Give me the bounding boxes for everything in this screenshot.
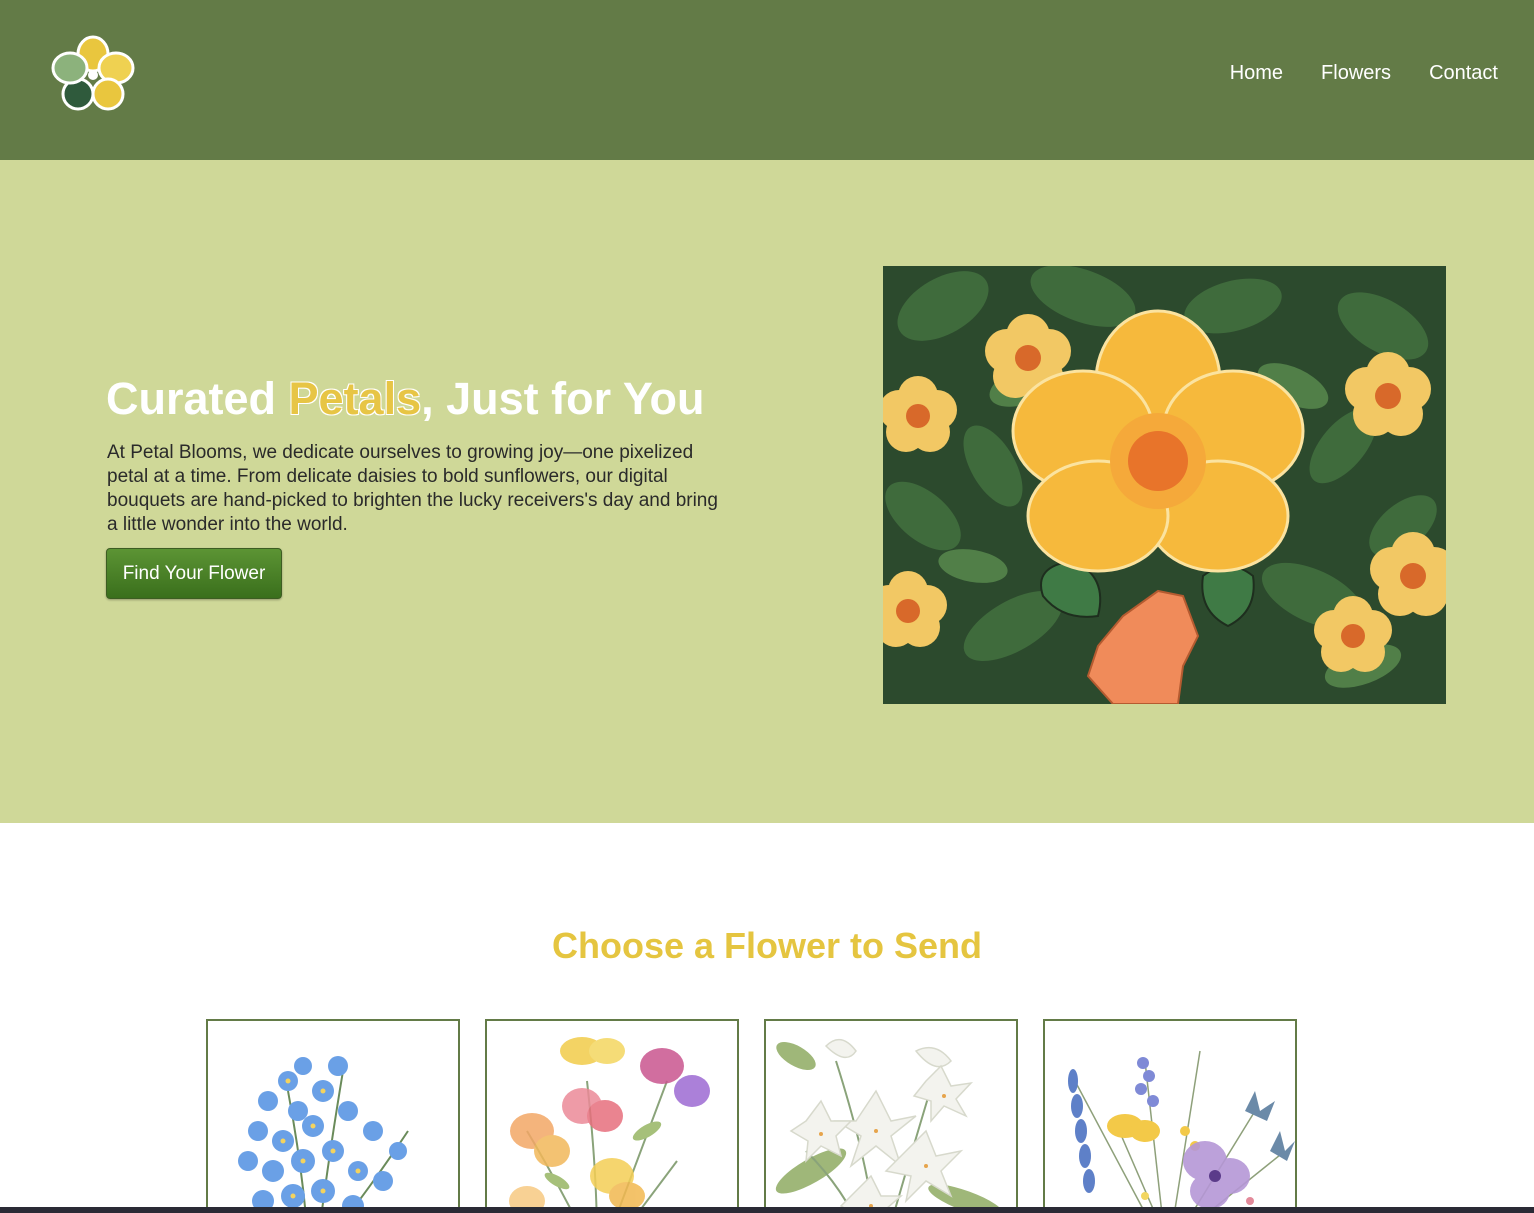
flower-logo-icon[interactable]	[50, 34, 136, 112]
flower-card-list	[206, 1019, 1297, 1213]
forget-me-not-icon	[238, 1056, 409, 1213]
hero-flower-image	[883, 266, 1446, 704]
white-lilies-icon	[775, 1038, 1004, 1213]
main-nav: Home Flowers Contact	[1230, 61, 1498, 85]
flower-card-forget-me-not[interactable]	[206, 1019, 460, 1213]
site-header: Home Flowers Contact	[0, 0, 1534, 160]
flower-card-pansies[interactable]	[485, 1019, 739, 1213]
hero-title-start: Curated	[106, 373, 289, 424]
hero-title-end: , Just for You	[421, 373, 705, 424]
hero-description: At Petal Blooms, we dedicate ourselves t…	[107, 442, 718, 535]
hero-section: Curated Petals, Just for You At Petal Bl…	[0, 160, 1534, 823]
watercolor-pansies-icon	[509, 1037, 710, 1213]
nav-flowers-link[interactable]: Flowers	[1321, 61, 1391, 85]
hero-title: Curated Petals, Just for You	[106, 373, 704, 425]
flower-card-wildflowers[interactable]	[1043, 1019, 1297, 1213]
find-your-flower-button[interactable]: Find Your Flower	[106, 548, 282, 599]
bottom-edge-bar	[0, 1207, 1534, 1213]
nav-home-link[interactable]: Home	[1230, 61, 1283, 85]
flower-card-lilies[interactable]	[764, 1019, 1018, 1213]
flowers-section-title: Choose a Flower to Send	[551, 925, 983, 966]
wildflower-bouquet-icon	[1068, 1050, 1295, 1213]
hero-title-accent: Petals	[288, 373, 422, 424]
nav-contact-link[interactable]: Contact	[1429, 61, 1498, 85]
